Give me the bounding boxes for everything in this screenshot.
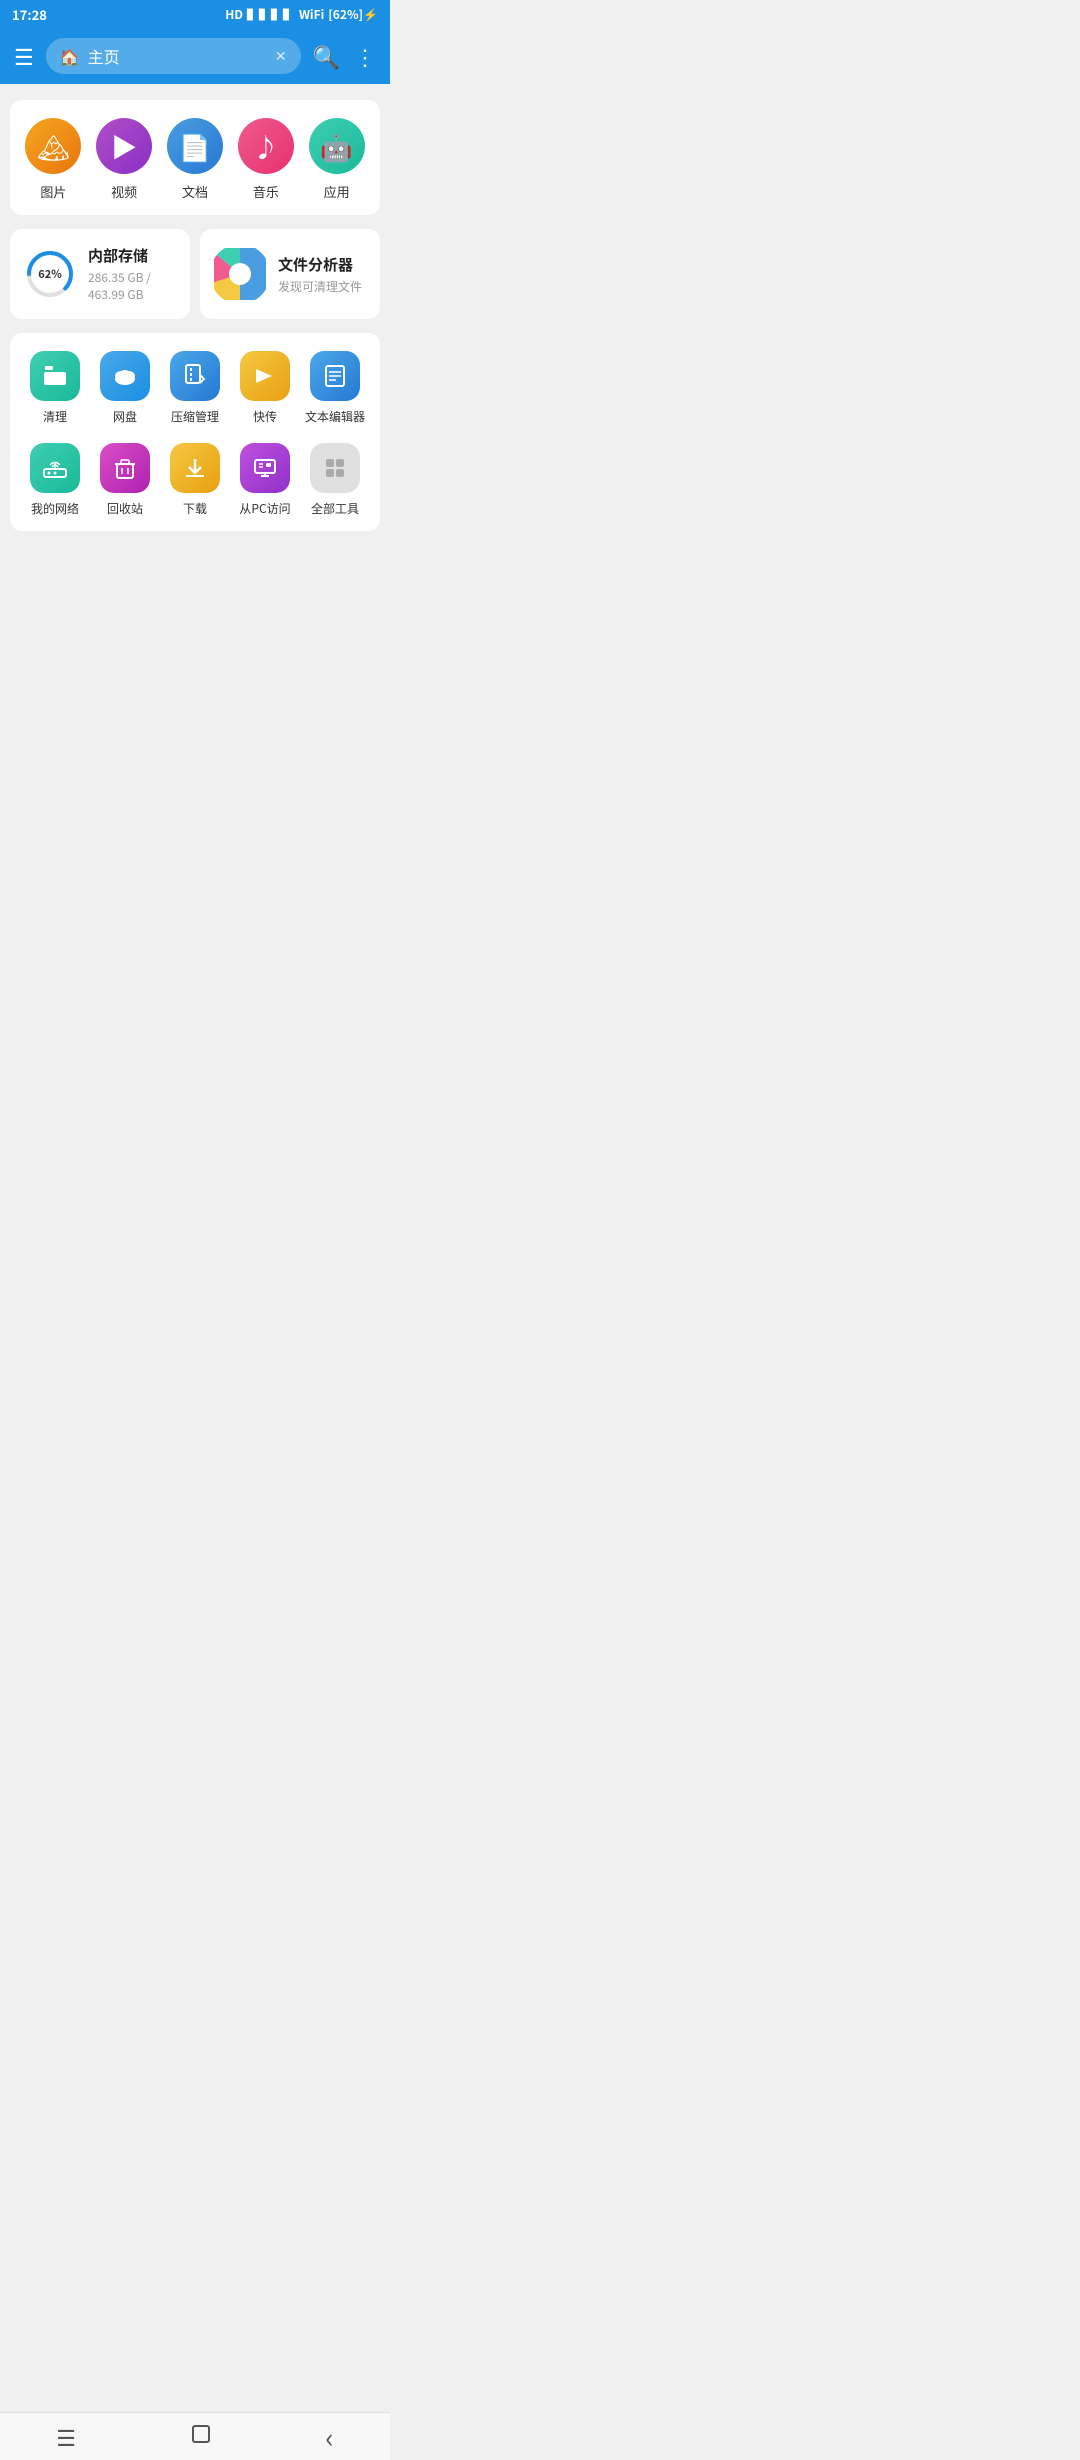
search-icon[interactable]: 🔍 bbox=[313, 40, 340, 72]
images-icon: 🏔 bbox=[25, 118, 81, 174]
compress-label: 压缩管理 bbox=[171, 408, 219, 425]
signal-icon: HD bbox=[225, 6, 243, 23]
nav-menu-button[interactable]: ☰ bbox=[32, 2413, 100, 2460]
compress-icon bbox=[170, 351, 220, 401]
category-item-app[interactable]: 🤖 应用 bbox=[309, 118, 365, 201]
status-icons: HD ▌▌▌▌ WiFi [62%]⚡ bbox=[225, 6, 378, 23]
doc-icon: 📄 bbox=[167, 118, 223, 174]
analyzer-subtitle: 发现可清理文件 bbox=[278, 278, 362, 295]
texteditor-label: 文本编辑器 bbox=[305, 408, 365, 425]
category-row: 🏔 图片 ▶ 视频 📄 文档 ♪ 音乐 🤖 应用 bbox=[10, 100, 380, 215]
transfer-label: 快传 bbox=[253, 408, 277, 425]
music-icon: ♪ bbox=[238, 118, 294, 174]
storage-percent: 62% bbox=[38, 266, 62, 282]
nav-home-button[interactable] bbox=[165, 2413, 237, 2460]
storage-row: 62% 内部存储 286.35 GB / 463.99 GB bbox=[10, 229, 380, 319]
tools-card: 清理 网盘 bbox=[10, 333, 380, 531]
analyzer-icon bbox=[214, 248, 266, 300]
app-icon: 🤖 bbox=[309, 118, 365, 174]
texteditor-icon bbox=[310, 351, 360, 401]
cloud-icon bbox=[100, 351, 150, 401]
tool-download[interactable]: 下载 bbox=[160, 443, 230, 517]
video-label: 视频 bbox=[111, 182, 137, 201]
images-label: 图片 bbox=[40, 182, 66, 201]
nav-back-button[interactable]: ‹ bbox=[301, 2409, 357, 2460]
tool-compress[interactable]: 压缩管理 bbox=[160, 351, 230, 425]
recycle-icon bbox=[100, 443, 150, 493]
breadcrumb[interactable]: 🏠 主页 ✕ bbox=[46, 38, 301, 74]
tool-clean[interactable]: 清理 bbox=[20, 351, 90, 425]
doc-label: 文档 bbox=[182, 182, 208, 201]
tool-transfer[interactable]: 快传 bbox=[230, 351, 300, 425]
tool-network[interactable]: 我的网络 bbox=[20, 443, 90, 517]
category-item-video[interactable]: ▶ 视频 bbox=[96, 118, 152, 201]
storage-info: 内部存储 286.35 GB / 463.99 GB bbox=[88, 245, 176, 303]
download-icon bbox=[170, 443, 220, 493]
category-item-music[interactable]: ♪ 音乐 bbox=[238, 118, 294, 201]
network-icon bbox=[30, 443, 80, 493]
status-bar: 17:28 HD ▌▌▌▌ WiFi [62%]⚡ bbox=[0, 0, 390, 28]
file-analyzer-card[interactable]: 文件分析器 发现可清理文件 bbox=[200, 229, 380, 319]
header-right: 🔍 ⋮ bbox=[313, 40, 376, 72]
recycle-label: 回收站 bbox=[107, 500, 143, 517]
clean-icon bbox=[30, 351, 80, 401]
storage-usage: 286.35 GB / 463.99 GB bbox=[88, 269, 176, 303]
transfer-icon bbox=[240, 351, 290, 401]
alltools-label: 全部工具 bbox=[311, 500, 359, 517]
video-icon: ▶ bbox=[96, 118, 152, 174]
internal-storage-card[interactable]: 62% 内部存储 286.35 GB / 463.99 GB bbox=[10, 229, 190, 319]
signal-bars: ▌▌▌▌ bbox=[247, 6, 295, 23]
analyzer-title: 文件分析器 bbox=[278, 254, 362, 275]
category-item-images[interactable]: 🏔 图片 bbox=[25, 118, 81, 201]
app-label: 应用 bbox=[324, 182, 350, 201]
menu-icon[interactable]: ☰ bbox=[14, 40, 34, 72]
tool-cloud[interactable]: 网盘 bbox=[90, 351, 160, 425]
breadcrumb-text: 主页 bbox=[88, 44, 120, 68]
tool-recycle[interactable]: 回收站 bbox=[90, 443, 160, 517]
analyzer-info: 文件分析器 发现可清理文件 bbox=[278, 254, 362, 295]
category-item-doc[interactable]: 📄 文档 bbox=[167, 118, 223, 201]
pc-label: 从PC访问 bbox=[239, 500, 290, 517]
storage-circle: 62% bbox=[24, 248, 76, 300]
storage-title: 内部存储 bbox=[88, 245, 176, 266]
network-label: 我的网络 bbox=[31, 500, 79, 517]
home-icon: 🏠 bbox=[60, 44, 80, 68]
nav-bar: ☰ ‹ bbox=[0, 2412, 390, 2460]
tool-pc[interactable]: 从PC访问 bbox=[230, 443, 300, 517]
tool-alltools[interactable]: 全部工具 bbox=[300, 443, 370, 517]
cloud-label: 网盘 bbox=[113, 408, 137, 425]
tools-grid: 清理 网盘 bbox=[20, 351, 370, 517]
download-label: 下载 bbox=[183, 500, 207, 517]
pc-icon bbox=[240, 443, 290, 493]
main-content: 🏔 图片 ▶ 视频 📄 文档 ♪ 音乐 🤖 应用 bbox=[0, 84, 390, 541]
clean-label: 清理 bbox=[43, 408, 67, 425]
tool-texteditor[interactable]: 文本编辑器 bbox=[300, 351, 370, 425]
wifi-icon: WiFi bbox=[299, 6, 324, 23]
status-time: 17:28 bbox=[12, 5, 47, 24]
alltools-icon bbox=[310, 443, 360, 493]
close-icon[interactable]: ✕ bbox=[275, 46, 287, 66]
more-icon[interactable]: ⋮ bbox=[354, 40, 376, 72]
battery-icon: [62%]⚡ bbox=[328, 6, 378, 23]
music-label: 音乐 bbox=[253, 182, 279, 201]
app-header: ☰ 🏠 主页 ✕ 🔍 ⋮ bbox=[0, 28, 390, 84]
